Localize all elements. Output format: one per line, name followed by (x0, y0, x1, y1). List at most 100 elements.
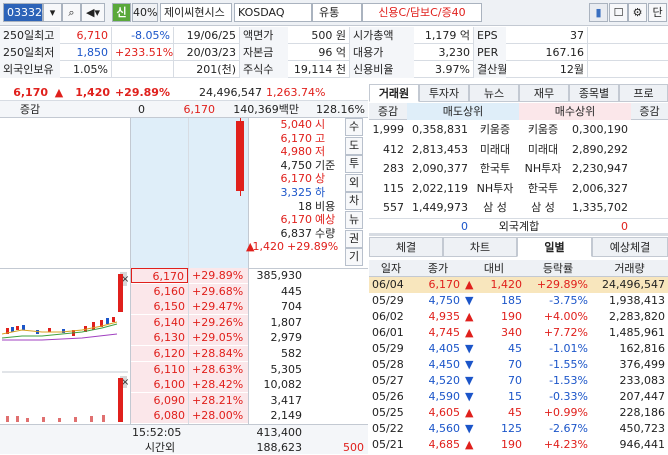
vtab-5[interactable]: 뉴 (345, 211, 363, 229)
buy-broker[interactable]: 삼 성 (519, 198, 567, 217)
tab-4[interactable]: 종목별 (569, 84, 619, 102)
change-b: 6,170 (183, 102, 216, 116)
buy-broker[interactable]: 키움증 (519, 120, 567, 139)
buy-broker[interactable]: NH투자 (519, 159, 567, 178)
vtab-1[interactable]: 도 (345, 136, 363, 155)
daily-row[interactable]: 06/04 6,170 ▲ 1,420 +29.89% 24,496,547 (369, 277, 668, 293)
sell-broker[interactable]: 키움증 (471, 120, 519, 139)
stock-name-field[interactable]: 제이씨현시스 (160, 3, 232, 22)
bid-row[interactable]: 6,130 +29.05% 2,979 (0, 330, 368, 346)
daily-close: 4,745 (428, 326, 461, 339)
bottom-tab-2[interactable]: 일별 (517, 237, 592, 257)
daily-row[interactable]: 05/26 4,590 ▼ 15 -0.33% 207,447 (369, 389, 668, 405)
vtab-7[interactable]: 기 (345, 248, 363, 267)
bid-row[interactable]: 6,150 +29.47% 704 (0, 299, 368, 315)
broker-row[interactable]: 283 2,090,377 한국투 NH투자 2,230,947 (369, 159, 668, 179)
tab-2[interactable]: 뉴스 (469, 84, 519, 102)
daily-date: 05/29 (372, 342, 404, 355)
vtab-6[interactable]: 권 (345, 229, 363, 248)
summary-row: 6,170 예상 (249, 213, 344, 227)
arrow-down-icon: ▼ (465, 342, 474, 355)
summary-value: 6,170 (280, 172, 313, 186)
bid-price[interactable]: 6,110 (131, 361, 188, 377)
sound-button[interactable]: ◀▾ (81, 3, 105, 22)
tab-0[interactable]: 거래원 (369, 84, 419, 102)
price-summary: 5,040 시 6,170 고 4,980 저 4,750 기준 6,170 상 3,325 하 18 비… (246, 118, 344, 268)
vtab-3[interactable]: 외 (345, 173, 363, 192)
arrow-up-icon: ▲ (465, 406, 474, 419)
bid-price[interactable]: 6,140 (131, 314, 188, 330)
checkbox-button[interactable]: ☐ (609, 3, 628, 22)
daily-header-cell: 등락률 (542, 261, 574, 275)
vtab-4[interactable]: 차 (345, 192, 363, 211)
stock-code-input[interactable]: 033320 (3, 3, 49, 22)
tab-1[interactable]: 투자자 (419, 84, 469, 102)
daily-row[interactable]: 06/01 4,745 ▲ 340 +7.72% 1,485,961 (369, 325, 668, 341)
daily-row[interactable]: 05/29 4,750 ▼ 185 -3.75% 1,938,413 (369, 293, 668, 309)
bid-row[interactable]: 6,080 +28.00% 2,149 (0, 408, 368, 424)
daily-row[interactable]: 06/02 4,935 ▲ 190 +4.00% 2,283,820 (369, 309, 668, 325)
vtab-2[interactable]: 투 (345, 155, 363, 174)
daily-row[interactable]: 05/29 4,405 ▼ 45 -1.01% 162,816 (369, 341, 668, 357)
bid-row[interactable]: 6,140 +29.26% 1,807 (0, 314, 368, 331)
broker-row[interactable]: 115 2,022,119 NH투자 한국투 2,006,327 (369, 179, 668, 199)
chart-icon-button[interactable]: ▮ (589, 3, 608, 22)
info-row: 외국인보유 1.05% 201(천) 주식수 19,114 천 신용비율 3.97% 결산월 1… (0, 61, 668, 78)
daily-row[interactable]: 05/22 4,560 ▼ 125 -2.67% 450,723 (369, 421, 668, 437)
summary-key: 저 (315, 145, 326, 159)
sell-broker[interactable]: 미래대 (471, 140, 519, 159)
bid-price[interactable]: 6,130 (131, 330, 188, 346)
summary-value: 4,750 (280, 158, 313, 172)
daily-change-value: 1,420 (490, 278, 523, 291)
settings-button[interactable]: ⚙ (628, 3, 647, 22)
summary-row: 6,170 상 (249, 172, 344, 186)
sell-broker[interactable]: NH투자 (471, 179, 519, 198)
buy-broker[interactable]: 미래대 (519, 140, 567, 159)
bid-row[interactable]: 6,100 +28.42% 10,082 (0, 377, 368, 393)
buy-broker[interactable]: 한국투 (519, 179, 567, 198)
bid-price[interactable]: 6,080 (131, 408, 188, 424)
bid-row[interactable]: 6,160 +29.68% 445 (0, 283, 368, 300)
bid-price[interactable]: 6,090 (131, 392, 188, 408)
bid-row[interactable]: 6,090 +28.21% 3,417 (0, 392, 368, 409)
daily-date: 06/01 (372, 326, 404, 339)
bid-price[interactable]: 6,160 (131, 283, 188, 299)
bid-rate: +28.42% (189, 377, 248, 393)
broker-row[interactable]: 557 1,449,973 삼 성삼 성 1,335,702 (369, 198, 668, 218)
tab-5[interactable]: 프로 (619, 84, 668, 102)
summary-row: 4,980 저 (249, 145, 344, 159)
daily-row[interactable]: 05/27 4,520 ▼ 70 -1.53% 233,083 (369, 373, 668, 389)
code-dropdown-button[interactable]: ▾ (43, 3, 62, 22)
single-view-button[interactable]: 단 (648, 3, 667, 22)
speaker-icon: ◀▾ (86, 6, 100, 19)
daily-close: 4,405 (428, 342, 461, 355)
bottom-tab-0[interactable]: 체결 (369, 237, 443, 257)
buy-volume: 2,230,947 (572, 162, 628, 176)
bid-price[interactable]: 6,150 (131, 299, 188, 315)
info-label: 주식수 (240, 61, 288, 78)
bottom-tab-1[interactable]: 차트 (443, 237, 517, 257)
daily-row[interactable]: 05/21 4,685 ▲ 190 +4.23% 946,441 (369, 437, 668, 453)
daily-change: ▼ 70 (463, 357, 525, 373)
daily-rate: -2.67% (549, 422, 588, 435)
broker-row[interactable]: 412 2,813,453 미래대 미래대 2,890,292 (369, 140, 668, 160)
bid-quantity: 3,417 (270, 393, 303, 407)
bid-price[interactable]: 6,170 (131, 268, 188, 283)
bid-row[interactable]: 6,170 +29.89% 385,930 (0, 268, 368, 284)
bid-row[interactable]: 6,110 +28.63% 5,305 (0, 361, 368, 378)
bottom-tab-3[interactable]: 예상체결 (592, 237, 668, 257)
summary-key: 고 (315, 131, 326, 145)
tab-3[interactable]: 재무 (519, 84, 569, 102)
broker-row[interactable]: 1,999 0,358,831 키움증 키움증 0,300,190 (369, 120, 668, 140)
price-bar: 6,170 ▲ 1,420 +29.89% 24,496,547 1,263.7… (0, 84, 368, 101)
sell-broker[interactable]: 삼 성 (471, 198, 519, 217)
vtab-0[interactable]: 수 (345, 118, 363, 136)
bid-quantity: 582 (281, 347, 302, 360)
daily-row[interactable]: 05/25 4,605 ▲ 45 +0.99% 228,186 (369, 405, 668, 421)
daily-row[interactable]: 05/28 4,450 ▼ 70 -1.55% 376,499 (369, 357, 668, 373)
bid-row[interactable]: 6,120 +28.84% 582 (0, 346, 368, 362)
bid-price[interactable]: 6,100 (131, 377, 188, 393)
bid-price[interactable]: 6,120 (131, 346, 188, 361)
sell-broker[interactable]: 한국투 (471, 159, 519, 178)
search-button[interactable]: ⌕ (62, 3, 81, 22)
